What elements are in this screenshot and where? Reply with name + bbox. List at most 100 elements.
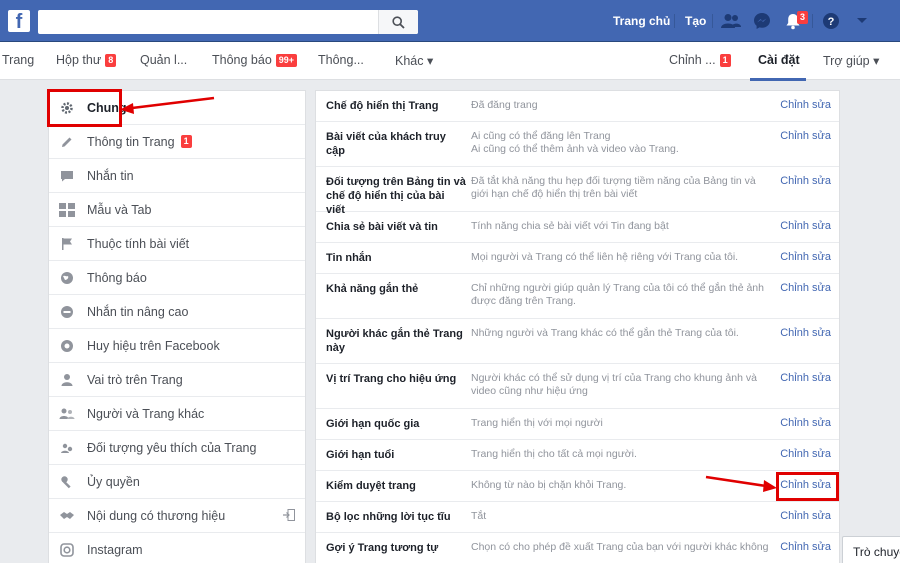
edit-link[interactable]: Chỉnh sửa [780, 99, 831, 111]
settings-row-page-location-effects[interactable]: Vị trí Trang cho hiệu ứng Người khác có … [316, 364, 839, 409]
globe-icon [59, 270, 75, 286]
sidebar-item-authorizations[interactable]: Ủy quyền [49, 465, 305, 499]
person-icon [59, 372, 75, 388]
people-icon [59, 406, 75, 422]
login-icon [283, 509, 295, 524]
edit-link[interactable]: Chỉnh sửa [780, 220, 831, 232]
tab-edit[interactable]: Chỉnh ... 1 [669, 53, 731, 67]
sidebar-item-label: Thuộc tính bài viết [87, 236, 190, 251]
search-input[interactable] [38, 10, 378, 34]
row-value: Chọn có cho phép đề xuất Trang của bạn v… [471, 541, 769, 553]
tab-settings[interactable]: Cài đặt [758, 53, 800, 67]
settings-row-visitor-posts[interactable]: Bài viết của khách truy cập Ai cũng có t… [316, 122, 839, 167]
top-divider [674, 14, 675, 28]
row-label: Tin nhắn [326, 252, 372, 264]
instagram-icon [59, 542, 75, 558]
help-icon[interactable]: ? [820, 11, 842, 31]
sidebar-item-page-info[interactable]: Thông tin Trang 1 [49, 125, 305, 159]
notifications-badge: 3 [797, 11, 809, 24]
edit-link[interactable]: Chỉnh sửa [780, 282, 831, 294]
settings-row-country-restrictions[interactable]: Giới hạn quốc gia Trang hiển thị với mọi… [316, 409, 839, 440]
tab-more[interactable]: Khác ▾ [395, 53, 433, 68]
edit-link[interactable]: Chỉnh sửa [780, 417, 831, 429]
edit-badge: 1 [719, 54, 731, 67]
sidebar-item-label: Mẫu và Tab [87, 202, 152, 217]
settings-row-tagging-ability[interactable]: Khả năng gắn thẻ Chỉ những người giúp qu… [316, 274, 839, 319]
row-value: Trang hiển thị với mọi người [471, 417, 603, 429]
tab-manage[interactable]: Quản l... [140, 53, 187, 67]
page-nav: Trang Hộp thư 8 Quản l... Thông báo 99+ Th… [0, 42, 900, 80]
notifications-tab-badge: 99+ [275, 54, 298, 67]
highlight-box-edit [776, 472, 839, 501]
sidebar-item-templates-tabs[interactable]: Mẫu và Tab [49, 193, 305, 227]
chat-tab[interactable]: Trò chuyện [842, 536, 900, 563]
sidebar-item-label: Nhắn tin [87, 168, 134, 183]
sidebar-item-advanced-messaging[interactable]: Nhắn tin nâng cao [49, 295, 305, 329]
sidebar-item-page-roles[interactable]: Vai trò trên Trang [49, 363, 305, 397]
settings-row-others-tagging-page[interactable]: Người khác gắn thẻ Trang này Những người… [316, 319, 839, 364]
edit-link[interactable]: Chỉnh sửa [780, 175, 831, 187]
row-value: Những người và Trang khác có thể gắn thẻ… [471, 327, 739, 339]
settings-row-messages[interactable]: Tin nhắn Mọi người và Trang có thể liên … [316, 243, 839, 274]
edit-link[interactable]: Chỉnh sửa [780, 327, 831, 339]
row-value: Tắt [471, 510, 487, 522]
flag-icon [59, 236, 75, 252]
edit-link[interactable]: Chỉnh sửa [780, 251, 831, 263]
sidebar-item-post-attribution[interactable]: Thuộc tính bài viết [49, 227, 305, 261]
settings-row-page-visibility[interactable]: Chế độ hiển thị Trang Đã đăng trang Chỉn… [316, 91, 839, 122]
sidebar-item-label: Huy hiệu trên Facebook [87, 338, 220, 353]
settings-row-news-feed-audience[interactable]: Đối tượng trên Bảng tin và chế độ hiển t… [316, 167, 839, 216]
tab-help[interactable]: Trợ giúp ▾ [823, 53, 879, 68]
facebook-logo[interactable]: f [8, 10, 30, 32]
search-icon [392, 15, 405, 29]
search-button[interactable] [378, 10, 418, 34]
home-link[interactable]: Trang chủ [613, 14, 670, 28]
settings-row-age-restrictions[interactable]: Giới hạn tuổi Trang hiển thị cho tất cả … [316, 440, 839, 471]
sidebar-item-label: Nhắn tin nâng cao [87, 304, 189, 319]
sidebar-item-preferred-audience[interactable]: Đối tượng yêu thích của Trang [49, 431, 305, 465]
row-label: Khả năng gắn thẻ [326, 283, 419, 295]
row-label: Giới hạn tuổi [326, 449, 395, 461]
message-icon [59, 168, 75, 184]
tab-page[interactable]: Trang [2, 53, 34, 67]
friend-requests-icon[interactable] [720, 11, 742, 31]
messenger-icon[interactable] [751, 11, 773, 31]
badge-icon [59, 338, 75, 354]
pencil-icon [59, 134, 75, 150]
sidebar-item-notifications[interactable]: Thông báo [49, 261, 305, 295]
top-divider [812, 14, 813, 28]
sidebar-item-people-other-pages[interactable]: Người và Trang khác [49, 397, 305, 431]
row-value: Chỉ những người giúp quản lý Trang của t… [471, 282, 764, 307]
sidebar-item-facebook-badges[interactable]: Huy hiệu trên Facebook [49, 329, 305, 363]
sidebar-item-label: Instagram [87, 542, 143, 557]
sidebar-item-branded-content[interactable]: Nội dung có thương hiệu [49, 499, 305, 533]
sidebar-item-messaging[interactable]: Nhắn tin [49, 159, 305, 193]
edit-link[interactable]: Chỉnh sửa [780, 541, 831, 553]
create-link[interactable]: Tạo [685, 14, 706, 28]
sidebar-item-instagram[interactable]: Instagram [49, 533, 305, 563]
row-label: Bộ lọc những lời tục tĩu [326, 511, 451, 523]
inbox-badge: 8 [105, 54, 117, 67]
wrench-icon [59, 474, 75, 490]
tab-inbox[interactable]: Hộp thư 8 [56, 53, 117, 67]
row-label: Vị trí Trang cho hiệu ứng [326, 373, 457, 385]
edit-link[interactable]: Chỉnh sửa [780, 448, 831, 460]
row-value: Ai cũng có thể đăng lên Trang Ai cũng có… [471, 130, 679, 155]
row-value: Mọi người và Trang có thể liên hệ riêng … [471, 251, 739, 263]
account-menu-icon[interactable] [851, 11, 873, 31]
top-bar: f Trang chủ Tạo 3 ? [0, 0, 900, 42]
handshake-icon [59, 508, 75, 524]
tab-notifications[interactable]: Thông báo 99+ [212, 53, 298, 67]
edit-link[interactable]: Chỉnh sửa [780, 130, 831, 142]
row-value: Đã đăng trang [471, 99, 538, 111]
row-value: Trang hiển thị cho tất cả mọi người. [471, 448, 637, 460]
edit-link[interactable]: Chỉnh sửa [780, 510, 831, 522]
annotation-arrow-right [705, 475, 777, 492]
settings-row-sharing-posts-stories[interactable]: Chia sẻ bài viết và tin Tính năng chia s… [316, 212, 839, 243]
settings-row-profanity-filter[interactable]: Bộ lọc những lời tục tĩu Tắt Chỉnh sửa [316, 502, 839, 533]
row-label: Giới hạn quốc gia [326, 418, 420, 430]
sidebar-item-label: Thông tin Trang [87, 134, 175, 149]
edit-link[interactable]: Chỉnh sửa [780, 372, 831, 384]
settings-row-similar-page-suggestions[interactable]: Gợi ý Trang tương tự Chọn có cho phép đề… [316, 533, 839, 563]
tab-insights[interactable]: Thông... [318, 53, 364, 67]
